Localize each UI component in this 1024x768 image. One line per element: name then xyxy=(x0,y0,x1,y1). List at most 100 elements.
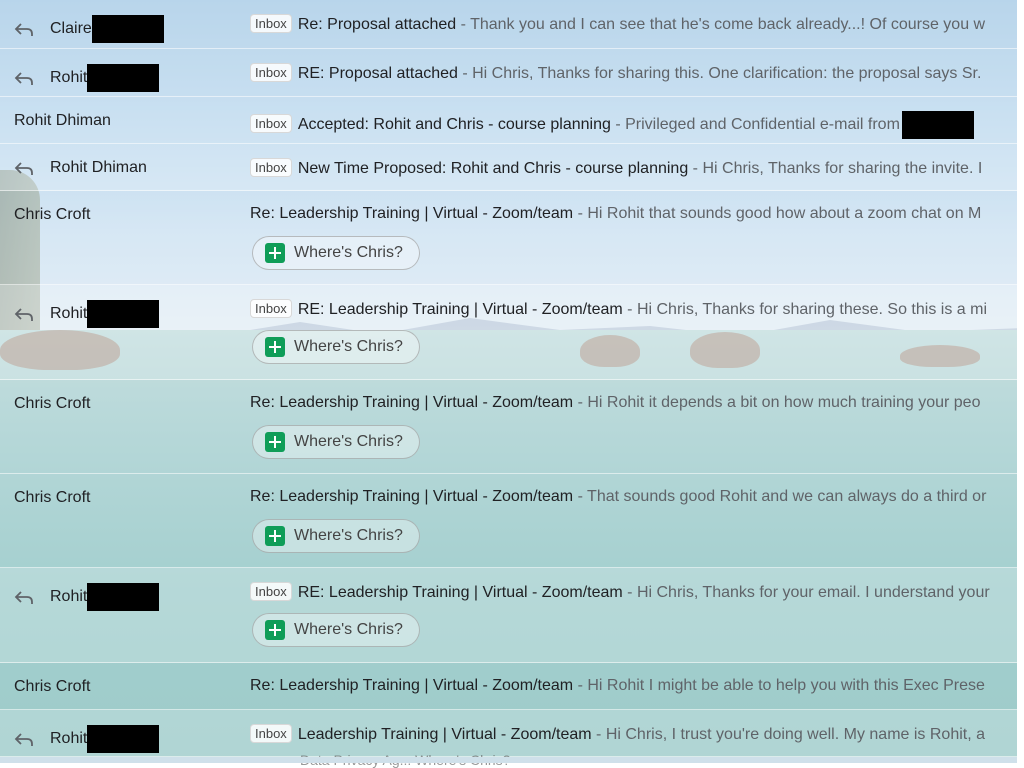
email-subject: Re: Proposal attached xyxy=(297,16,457,33)
email-subject: Re: Leadership Training | Virtual - Zoom… xyxy=(250,394,574,411)
email-subject: RE: Proposal attached xyxy=(297,65,458,82)
redaction-bar xyxy=(87,725,160,753)
sender-name: Rohit xyxy=(50,730,88,747)
reply-arrow-icon xyxy=(14,731,36,747)
email-subject: Re: Leadership Training | Virtual - Zoom… xyxy=(250,488,574,505)
attachment-name: Where's Chris? xyxy=(294,621,403,638)
email-subject: Re: Leadership Training | Virtual - Zoom… xyxy=(250,677,574,694)
inbox-label-badge[interactable]: Inbox xyxy=(250,114,292,134)
email-subject: RE: Leadership Training | Virtual - Zoom… xyxy=(297,584,623,601)
email-subject: RE: Leadership Training | Virtual - Zoom… xyxy=(297,301,623,318)
email-snippet: - Hi Chris, Thanks for sharing these. So… xyxy=(622,301,987,318)
email-row[interactable]: Rohit Inbox Leadership Training | Virtual … xyxy=(0,710,1017,757)
sender: Rohit xyxy=(14,64,160,92)
email-snippet: - Hi Rohit it depends a bit on how much … xyxy=(573,394,981,411)
email-snippet: - Privileged and Confidential e-mail fro… xyxy=(610,116,900,134)
attachment-chip[interactable]: Where's Chris? xyxy=(252,236,420,270)
sender-name: Chris Croft xyxy=(14,489,91,506)
inbox-label-badge[interactable]: Inbox xyxy=(250,299,292,318)
email-summary: Inbox Accepted: Rohit and Chris - course … xyxy=(250,111,1017,139)
sender-name: Rohit Dhiman xyxy=(14,112,111,129)
inbox-label-badge[interactable]: Inbox xyxy=(250,158,292,177)
email-snippet: - Hi Chris, Thanks for sharing this. One… xyxy=(457,65,982,82)
email-row[interactable]: Chris Croft Re: Leadership Training | Vir… xyxy=(0,474,1017,568)
attachment-name: Where's Chris? xyxy=(294,338,403,355)
attachment-chip[interactable]: Where's Chris? xyxy=(252,425,420,459)
reply-arrow-icon xyxy=(14,306,36,322)
email-summary: Inbox RE: Proposal attached - Hi Chris, T… xyxy=(250,63,1017,83)
attachment-chip[interactable]: Where's Chris? xyxy=(252,613,420,647)
sender: Rohit Dhiman xyxy=(14,112,111,130)
email-snippet: - Hi Chris, Thanks for your email. I und… xyxy=(622,584,990,601)
email-subject: Re: Leadership Training | Virtual - Zoom… xyxy=(250,205,574,222)
sender-name: Rohit xyxy=(50,588,88,605)
sender: Chris Croft xyxy=(14,395,90,413)
email-snippet: - That sounds good Rohit and we can alwa… xyxy=(573,488,987,505)
bottom-strip xyxy=(0,757,1024,763)
google-sheets-icon xyxy=(265,526,285,546)
email-row[interactable]: Claire Inbox Re: Proposal attached - Thank… xyxy=(0,0,1017,49)
reply-arrow-icon xyxy=(14,160,36,176)
attachment-chip[interactable]: Where's Chris? xyxy=(252,330,420,364)
email-summary: Re: Leadership Training | Virtual - Zoom… xyxy=(250,488,1017,506)
email-summary: Inbox Leadership Training | Virtual - Zoo… xyxy=(250,724,1017,744)
google-sheets-icon xyxy=(265,620,285,640)
attachment-name: Where's Chris? xyxy=(294,433,403,450)
redaction-bar xyxy=(87,300,160,328)
email-row[interactable]: Rohit Inbox RE: Leadership Training | Virt… xyxy=(0,285,1017,380)
email-subject: Leadership Training | Virtual - Zoom/tea… xyxy=(297,726,592,743)
redaction-bar xyxy=(91,15,164,43)
reply-arrow-icon xyxy=(14,589,36,605)
sender: Chris Croft xyxy=(14,678,90,696)
email-subject: New Time Proposed: Rohit and Chris - cou… xyxy=(297,160,689,177)
email-summary: Inbox RE: Leadership Training | Virtual -… xyxy=(250,299,1017,319)
sender: Rohit Dhiman xyxy=(14,159,147,177)
email-row[interactable]: Chris Croft Re: Leadership Training | Vir… xyxy=(0,191,1017,285)
redaction-bar xyxy=(87,64,160,92)
inbox-label-badge[interactable]: Inbox xyxy=(250,724,292,743)
sender-name: Rohit xyxy=(50,305,88,322)
email-summary: Re: Leadership Training | Virtual - Zoom… xyxy=(250,677,1017,695)
email-snippet: - Hi Chris, Thanks for sharing the invit… xyxy=(688,160,983,177)
attachment-chip[interactable]: Where's Chris? xyxy=(252,519,420,553)
attachment-name: Where's Chris? xyxy=(294,244,403,261)
email-row[interactable]: Rohit Inbox RE: Leadership Training | Virt… xyxy=(0,568,1017,663)
inbox-label-badge[interactable]: Inbox xyxy=(250,63,292,82)
email-row[interactable]: Chris Croft Re: Leadership Training | Vir… xyxy=(0,663,1017,710)
sender-name: Rohit Dhiman xyxy=(50,159,147,176)
inbox-label-badge[interactable]: Inbox xyxy=(250,582,292,601)
sender-name: Chris Croft xyxy=(14,678,91,695)
email-subject: Accepted: Rohit and Chris - course plann… xyxy=(297,116,611,134)
sender: Rohit xyxy=(14,300,160,328)
email-summary: Inbox Re: Proposal attached - Thank you a… xyxy=(250,14,1017,34)
email-summary: Re: Leadership Training | Virtual - Zoom… xyxy=(250,394,1017,412)
email-row[interactable]: Rohit Dhiman Inbox New Time Proposed: Rohi… xyxy=(0,144,1017,191)
sender-name: Claire xyxy=(50,20,92,37)
sender-name: Rohit xyxy=(50,69,88,86)
reply-arrow-icon xyxy=(14,21,36,37)
reply-arrow-icon xyxy=(14,70,36,86)
sender: Rohit xyxy=(14,583,160,611)
email-summary: Inbox New Time Proposed: Rohit and Chris … xyxy=(250,158,1017,178)
inbox-label-badge[interactable]: Inbox xyxy=(250,14,292,33)
email-row[interactable]: Chris Croft Re: Leadership Training | Vir… xyxy=(0,380,1017,474)
email-summary: Re: Leadership Training | Virtual - Zoom… xyxy=(250,205,1017,223)
email-row[interactable]: Rohit Dhiman Inbox Accepted: Rohit and Chr… xyxy=(0,97,1017,144)
email-snippet: - Hi Rohit I might be able to help you w… xyxy=(573,677,985,694)
sender: Chris Croft xyxy=(14,489,90,507)
scrollbar-track[interactable] xyxy=(1017,0,1024,763)
attachment-name: Where's Chris? xyxy=(294,527,403,544)
sender-name: Chris Croft xyxy=(14,206,91,223)
google-sheets-icon xyxy=(265,432,285,452)
redaction-bar xyxy=(901,111,974,139)
google-sheets-icon xyxy=(265,243,285,263)
google-sheets-icon xyxy=(265,337,285,357)
sender-name: Chris Croft xyxy=(14,395,91,412)
sender: Claire xyxy=(14,15,164,43)
email-summary: Inbox RE: Leadership Training | Virtual -… xyxy=(250,582,1017,602)
email-snippet: - Thank you and I can see that he's come… xyxy=(456,16,986,33)
redaction-bar xyxy=(87,583,160,611)
email-snippet: - Hi Rohit that sounds good how about a … xyxy=(573,205,982,222)
email-row[interactable]: Rohit Inbox RE: Proposal attached - Hi Chr… xyxy=(0,49,1017,97)
sender: Rohit xyxy=(14,725,160,753)
